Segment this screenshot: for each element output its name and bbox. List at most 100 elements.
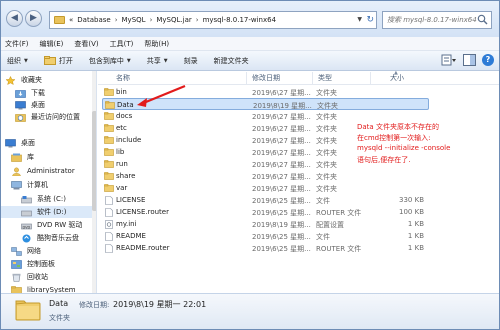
nav-scrollbar[interactable]: [92, 71, 96, 293]
breadcrumb-separator[interactable]: ›: [196, 16, 199, 24]
file-row-docs[interactable]: docs 2019\6\27 星期... 文件夹: [102, 110, 429, 122]
file-row-data[interactable]: Data 2019\8\19 星期... 文件夹: [102, 98, 429, 110]
file-size: 1 KB: [407, 220, 424, 228]
folder-icon: [104, 88, 114, 96]
nav-item-administrator[interactable]: Administrator: [1, 165, 96, 177]
column-name[interactable]: 名称: [116, 73, 130, 83]
address-bar[interactable]: « Database › MySQL › MySQL.jar › mysql-8…: [49, 11, 377, 29]
file-date: 2019\6\27 星期...: [252, 149, 311, 157]
star-icon: [5, 75, 16, 85]
column-type[interactable]: 类型: [318, 73, 332, 83]
file-row-share[interactable]: share 2019\6\27 星期... 文件夹: [102, 170, 429, 182]
details-pane: Data 文件夹 修改日期: 2019\8\19 星期一 22:01: [1, 293, 499, 329]
nav-item-favorites[interactable]: 收藏夹: [1, 74, 96, 86]
file-row-my-ini[interactable]: my.ini 2019\8\19 星期... 配置设置 1 KB: [102, 218, 429, 230]
nav-item-downloads[interactable]: 下载: [1, 87, 96, 99]
nav-item-control-panel[interactable]: 控制面板: [1, 258, 96, 270]
folder-icon: [104, 136, 114, 144]
menu-view[interactable]: 查看(V): [74, 39, 98, 49]
nav-item-dvd-drive[interactable]: DVD DVD RW 驱动: [1, 219, 96, 231]
nav-item-computer[interactable]: 计算机: [1, 179, 96, 191]
menu-tools[interactable]: 工具(T): [110, 39, 134, 49]
file-row-bin[interactable]: bin 2019\6\27 星期... 文件夹: [102, 86, 429, 98]
explorer-window: ◀ ▶ « Database › MySQL › MySQL.jar › mys…: [0, 0, 500, 330]
nav-item-desktop[interactable]: 桌面: [1, 99, 96, 111]
burn-button[interactable]: 刻录: [184, 56, 198, 66]
folder-icon: [11, 285, 22, 293]
folder-icon: [104, 112, 114, 120]
file-size: 1 KB: [407, 244, 424, 252]
nav-label: 回收站: [27, 273, 48, 281]
nav-item-network[interactable]: 网络: [1, 245, 96, 257]
file-row-var[interactable]: var 2019\6\27 星期... 文件夹: [102, 182, 429, 194]
nav-item-libraries[interactable]: 库: [1, 151, 96, 163]
recent-places-icon: [15, 113, 26, 122]
share-button[interactable]: 共享 ▼: [147, 56, 168, 66]
nav-item-recent-places[interactable]: 最近访问的位置: [1, 111, 96, 123]
nav-label: 软件 (D:): [37, 208, 67, 216]
file-type: 文件夹: [316, 137, 337, 145]
nav-label: Administrator: [27, 167, 75, 175]
breadcrumb-separator[interactable]: ›: [150, 16, 153, 24]
column-divider[interactable]: [370, 72, 371, 84]
breadcrumb-mysql-version[interactable]: mysql-8.0.17-winx64: [203, 16, 276, 24]
breadcrumb-mysql-jar[interactable]: MySQL.jar: [156, 16, 191, 24]
open-button[interactable]: 打开: [43, 56, 73, 66]
breadcrumb-database[interactable]: Database: [77, 16, 110, 24]
drive-icon: [21, 195, 32, 203]
file-name: README.router: [116, 244, 170, 252]
organize-button[interactable]: 组织 ▼: [7, 56, 28, 66]
folder-icon: [104, 124, 114, 132]
address-prefix[interactable]: «: [69, 16, 73, 24]
nav-item-drive-d[interactable]: 软件 (D:): [1, 206, 96, 218]
nav-item-recycle-bin[interactable]: 回收站: [1, 271, 96, 283]
desktop-icon: [5, 138, 16, 147]
preview-pane-icon[interactable]: [463, 54, 476, 66]
breadcrumb-separator[interactable]: ›: [115, 16, 118, 24]
desktop-icon: [15, 100, 26, 109]
file-name: LICENSE: [116, 196, 146, 204]
file-date: 2019\6\25 星期...: [252, 209, 311, 217]
column-size[interactable]: 大小: [390, 73, 404, 83]
help-icon[interactable]: ?: [482, 54, 494, 66]
include-in-library-label: 包含到库中: [88, 56, 124, 65]
forward-arrow-icon[interactable]: ▶: [25, 10, 42, 27]
search-icon[interactable]: [477, 14, 488, 25]
open-folder-icon: [43, 56, 56, 65]
breadcrumb-mysql[interactable]: MySQL: [122, 16, 146, 24]
nav-scrollbar-thumb[interactable]: [92, 111, 96, 211]
menu-file[interactable]: 文件(F): [5, 39, 29, 49]
file-row-readme-router[interactable]: README.router 2019\6\25 星期... ROUTER 文件 1 K…: [102, 242, 429, 254]
include-in-library-button[interactable]: 包含到库中 ▼: [89, 56, 131, 66]
column-divider[interactable]: [312, 72, 313, 84]
address-dropdown-icon[interactable]: ▼: [357, 12, 362, 28]
file-name: LICENSE.router: [116, 208, 169, 216]
user-icon: [12, 167, 21, 176]
view-options-icon[interactable]: [441, 54, 457, 66]
nav-label: 酷狗音乐云盘: [37, 234, 79, 242]
nav-label: librarySystem: [27, 286, 76, 293]
file-row-license-router[interactable]: LICENSE.router 2019\6\25 星期... ROUTER 文件 10…: [102, 206, 429, 218]
search-box[interactable]: [382, 11, 492, 29]
back-arrow-icon[interactable]: ◀: [6, 10, 23, 27]
nav-item-desktop-root[interactable]: 桌面: [1, 137, 96, 149]
recycle-bin-icon: [12, 273, 21, 282]
nav-item-cloud-drive[interactable]: 酷狗音乐云盘: [1, 232, 96, 244]
file-row-readme[interactable]: README 2019\6\25 星期... 文件 1 KB: [102, 230, 429, 242]
file-name: my.ini: [116, 220, 137, 228]
command-bar: 组织 ▼ 打开 包含到库中 ▼ 共享 ▼ 刻录 新建文件夹 ?: [1, 51, 499, 71]
file-date: 2019\6\27 星期...: [252, 113, 311, 121]
file-row-license[interactable]: LICENSE 2019\6\25 星期... 文件 330 KB: [102, 194, 429, 206]
file-type: ROUTER 文件: [316, 209, 362, 217]
menu-edit[interactable]: 编辑(E): [40, 39, 64, 49]
nav-item-drive-c[interactable]: 系统 (C:): [1, 193, 96, 205]
refresh-icon[interactable]: ↻: [366, 12, 374, 28]
column-divider[interactable]: [246, 72, 247, 84]
new-folder-button[interactable]: 新建文件夹: [214, 56, 249, 66]
menu-help[interactable]: 帮助(H): [144, 39, 169, 49]
file-date: 2019\8\19 星期...: [252, 221, 311, 229]
column-date[interactable]: 修改日期: [252, 73, 280, 83]
menu-bar: 文件(F) 编辑(E) 查看(V) 工具(T) 帮助(H): [1, 37, 499, 51]
nav-item-library-system[interactable]: librarySystem: [1, 284, 96, 293]
search-input[interactable]: [387, 16, 477, 24]
